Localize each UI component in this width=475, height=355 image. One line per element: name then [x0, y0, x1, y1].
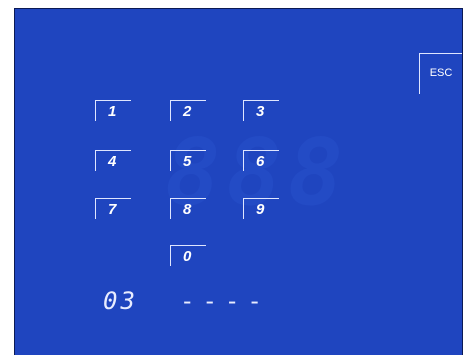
key-7-label: 7	[108, 201, 117, 218]
key-4-label: 4	[108, 153, 117, 170]
key-6[interactable]: 6	[243, 150, 279, 171]
key-4[interactable]: 4	[95, 150, 131, 171]
key-0[interactable]: 0	[170, 245, 206, 266]
pin-display: ----	[180, 287, 270, 315]
key-8-label: 8	[183, 201, 192, 218]
key-1[interactable]: 1	[95, 100, 131, 121]
key-2-label: 2	[183, 103, 192, 120]
esc-button[interactable]: ESC	[419, 53, 462, 94]
key-0-label: 0	[183, 248, 192, 265]
key-7[interactable]: 7	[95, 198, 131, 219]
code-display: 03	[103, 287, 138, 315]
key-3[interactable]: 3	[243, 100, 279, 121]
key-2[interactable]: 2	[170, 100, 206, 121]
key-9[interactable]: 9	[243, 198, 279, 219]
lcd-screen: 888 ESC 1 2 3 4 5 6 7 8 9 0 03 ----	[14, 8, 463, 355]
key-5[interactable]: 5	[170, 150, 206, 171]
key-9-label: 9	[256, 201, 265, 218]
key-1-label: 1	[108, 103, 117, 120]
key-6-label: 6	[256, 153, 265, 170]
key-5-label: 5	[183, 153, 192, 170]
key-8[interactable]: 8	[170, 198, 206, 219]
key-3-label: 3	[256, 103, 265, 120]
